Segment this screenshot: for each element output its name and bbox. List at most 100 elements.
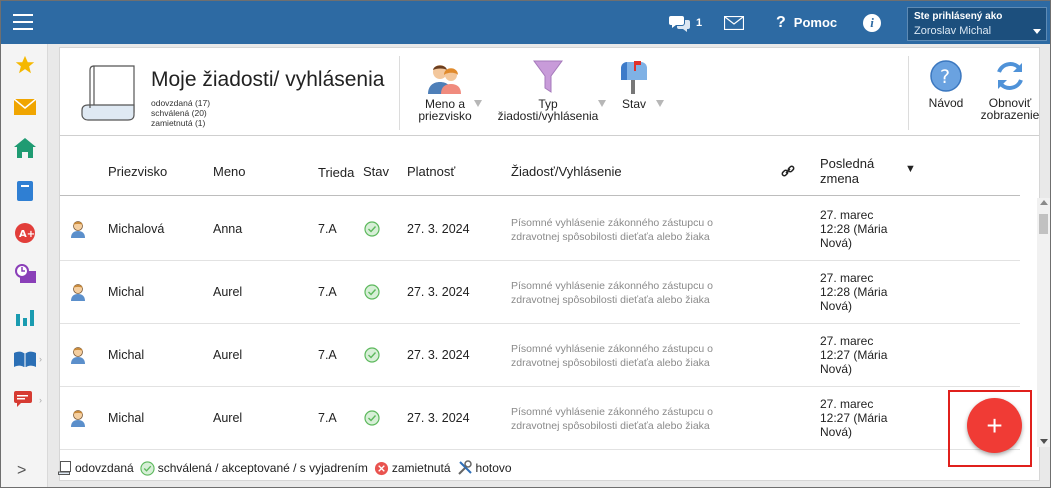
legend-rejected-label: zamietnutá <box>391 461 451 475</box>
table-row[interactable]: Michal Aurel 7.A 27. 3. 2024 Písomné vyhláse… <box>60 261 1020 324</box>
cell-request-line2: zdravotnej spôsobilosti dieťaťa alebo ži… <box>511 357 710 369</box>
scrollbar[interactable] <box>1037 198 1050 447</box>
user-menu[interactable]: Ste prihlásený ako Zoroslav Michal <box>907 7 1047 41</box>
filter-name-line2: priezvisko <box>418 109 472 123</box>
cell-request[interactable]: Písomné vyhlásenie zákonného zástupcu o z… <box>511 405 713 433</box>
cell-last-change: 27. marec 12:27 (Mária Nová) <box>820 334 887 376</box>
legend-approved: schválená / akceptované / s vyjadrením <box>140 460 368 476</box>
check-circle-icon <box>364 284 380 303</box>
chevron-down-icon[interactable] <box>598 100 606 107</box>
main-panel: Moje žiadosti/ vyhlásenia odovzdaná (17)… <box>59 47 1050 481</box>
grade-icon: A+ <box>15 223 35 243</box>
refresh-button[interactable]: Obnoviť zobrazenie <box>978 60 1042 121</box>
cell-surname: Michalová <box>108 222 165 236</box>
messages-count: 1 <box>696 16 703 29</box>
col-request[interactable]: Žiadosť/Vyhlásenie <box>511 164 622 179</box>
sidebar-item-chat[interactable]: › <box>14 389 42 411</box>
filter-name[interactable]: Meno a priezvisko <box>412 58 478 122</box>
menu-icon[interactable] <box>13 14 33 30</box>
table-row[interactable]: Michal Aurel 7.A 27. 3. 2024 Písomné vyhláse… <box>60 324 1020 387</box>
home-icon <box>14 138 36 158</box>
chevron-down-icon[interactable] <box>656 100 664 107</box>
table-row[interactable]: Michalová Anna 7.A 27. 3. 2024 Písomné vyhlá… <box>60 198 1020 261</box>
filter-status-label: Stav <box>621 97 646 111</box>
add-request-button[interactable]: + <box>967 398 1022 453</box>
col-name[interactable]: Meno <box>213 164 246 179</box>
user-name: Zoroslav Michal <box>914 25 992 37</box>
divider <box>908 56 909 130</box>
legend-approved-label: schválená / akceptované / s vyjadrením <box>157 461 368 475</box>
link-icon[interactable] <box>781 164 795 181</box>
cell-request-line1: Písomné vyhlásenie zákonného zástupcu o <box>511 217 713 229</box>
messages-button[interactable]: 1 <box>669 1 702 44</box>
cell-last-change-line2: 12:27 (Mária <box>820 411 888 425</box>
chevron-right-icon: › <box>39 395 42 405</box>
user-icon <box>70 283 86 304</box>
col-surname[interactable]: Priezvisko <box>108 164 167 179</box>
user-icon <box>70 346 86 367</box>
count-approved: schválená (20) <box>151 108 207 118</box>
col-class[interactable]: Trieda <box>318 165 354 180</box>
info-button[interactable]: i <box>863 1 881 44</box>
legend-done: hotovo <box>457 460 512 476</box>
cell-name: Aurel <box>213 285 243 299</box>
cell-request[interactable]: Písomné vyhlásenie zákonného zástupcu o z… <box>511 216 713 244</box>
cell-name: Anna <box>213 222 243 236</box>
cell-request[interactable]: Písomné vyhlásenie zákonného zástupcu o z… <box>511 279 713 307</box>
sidebar-item-stats[interactable] <box>14 306 36 328</box>
cell-name: Aurel <box>213 348 243 362</box>
cell-last-change-line2: 12:28 (Mária <box>820 285 888 299</box>
page-title: Moje žiadosti/ vyhlásenia <box>151 68 385 91</box>
chevron-down-icon[interactable] <box>474 100 482 107</box>
clock-icon <box>15 264 36 283</box>
check-circle-icon <box>364 347 380 366</box>
status-legend: odovzdaná schválená / akceptované / s vy… <box>58 459 518 477</box>
cell-last-change-line1: 27. marec <box>820 271 874 285</box>
filter-type-line2: žiadosti/vyhlásenia <box>497 109 599 123</box>
funnel-icon <box>533 60 563 93</box>
col-validity[interactable]: Platnosť <box>407 164 455 179</box>
mail-button[interactable] <box>724 1 744 44</box>
cell-last-change-line1: 27. marec <box>820 397 874 411</box>
guide-button[interactable]: ? Návod <box>924 60 968 109</box>
col-last-change[interactable]: Posledná zmena <box>820 156 874 186</box>
cell-last-change: 27. marec 12:27 (Mária Nová) <box>820 397 887 439</box>
sidebar-item-notebook[interactable] <box>14 180 36 202</box>
x-circle-icon <box>374 461 388 475</box>
filter-status[interactable]: Stav <box>616 58 652 110</box>
sort-desc-icon[interactable]: ▼ <box>905 163 916 175</box>
filter-request-type[interactable]: Typ žiadosti/vyhlásenia <box>488 58 608 122</box>
scroll-thumb[interactable] <box>1039 214 1048 234</box>
check-circle-icon <box>364 221 380 240</box>
sidebar-item-library[interactable]: › <box>14 348 42 370</box>
cell-class: 7.A <box>318 348 337 362</box>
scroll-up-arrow-icon[interactable] <box>1040 200 1048 205</box>
cell-last-change-line3: Nová) <box>820 362 853 376</box>
cell-validity: 27. 3. 2024 <box>407 411 470 425</box>
sidebar-item-schedule[interactable] <box>14 263 36 285</box>
scroll-down-arrow-icon[interactable] <box>1040 439 1048 444</box>
bar-chart-icon <box>16 310 34 326</box>
table-row[interactable]: Michal Aurel 7.A 27. 3. 2024 Písomné vyhláse… <box>60 387 1020 450</box>
status-counts: odovzdaná (17) schválená (20) zamietnutá… <box>151 98 210 128</box>
sidebar-item-messages[interactable] <box>14 96 36 118</box>
star-icon <box>15 55 35 74</box>
legend-done-label: hotovo <box>475 461 512 475</box>
sidebar-item-home[interactable] <box>14 137 36 159</box>
refresh-line2: zobrazenie <box>980 108 1040 122</box>
mailbox-icon <box>621 61 647 94</box>
sidebar-collapse-button[interactable]: > <box>17 462 26 480</box>
sidebar-item-grades[interactable]: A+ <box>14 222 36 244</box>
user-icon <box>70 220 86 241</box>
sidebar-item-favorites[interactable] <box>14 54 36 76</box>
sidebar: A+ › › > <box>1 44 48 487</box>
check-circle-icon <box>364 410 380 429</box>
guide-label: Návod <box>928 96 964 110</box>
cell-class: 7.A <box>318 222 337 236</box>
table-header: Priezvisko Meno Trieda Stav Platnosť Žia… <box>60 146 1020 196</box>
chevron-down-icon <box>1033 29 1041 34</box>
cell-request[interactable]: Písomné vyhlásenie zákonného zástupcu o z… <box>511 342 713 370</box>
help-button[interactable]: ? Pomoc <box>776 1 837 44</box>
chat-icon <box>669 15 690 32</box>
col-status[interactable]: Stav <box>363 164 389 179</box>
